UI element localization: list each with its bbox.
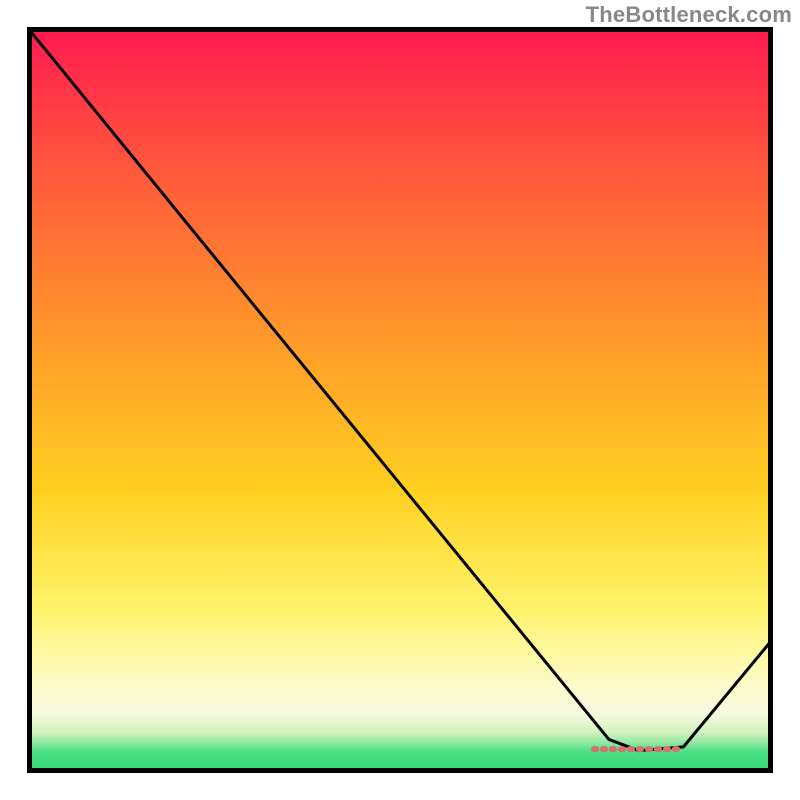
chart-svg <box>27 27 773 773</box>
chart-container: TheBottleneck.com <box>0 0 800 800</box>
gradient-bg <box>27 27 773 773</box>
plot-area <box>27 27 773 773</box>
watermark-text: TheBottleneck.com <box>586 2 792 28</box>
